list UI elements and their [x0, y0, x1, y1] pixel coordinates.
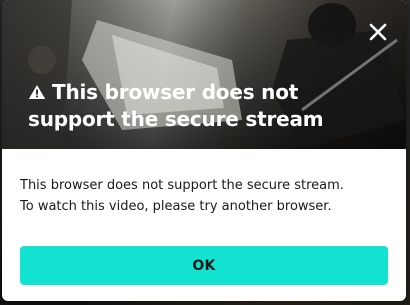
ok-button[interactable]: OK [20, 246, 388, 285]
dialog-message-line-1: This browser does not support the secure… [20, 178, 344, 193]
dialog-body: This browser does not support the secure… [2, 149, 406, 217]
unsupported-browser-dialog: This browser does not support the secure… [2, 0, 406, 301]
dialog-message: This browser does not support the secure… [20, 175, 388, 217]
dialog-message-line-2: To watch this video, please try another … [20, 199, 332, 214]
warning-icon [28, 85, 46, 99]
close-button[interactable] [364, 18, 392, 46]
close-icon [369, 23, 387, 41]
dialog-title: This browser does not support the secure… [28, 79, 388, 133]
dialog-header: This browser does not support the secure… [2, 0, 406, 149]
page: This browser does not support the secure… [0, 0, 410, 305]
dialog-title-text: This browser does not support the secure… [28, 80, 324, 131]
